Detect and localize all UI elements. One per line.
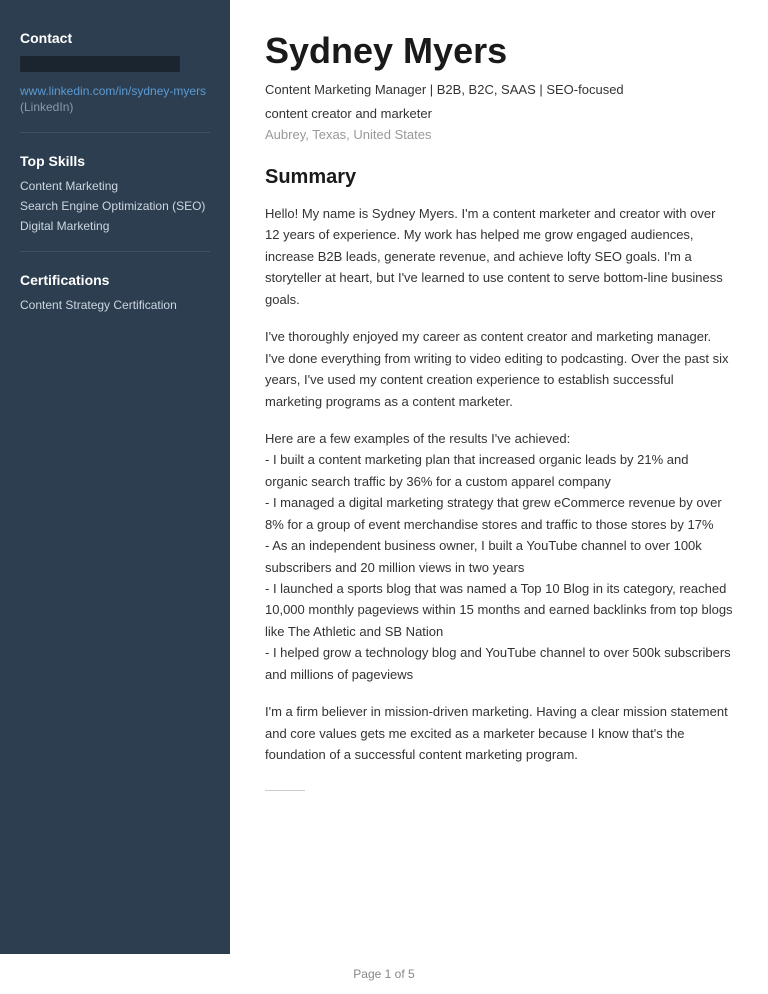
cert-item-1: Content Strategy Certification xyxy=(20,298,210,312)
main-content: Sydney Myers Content Marketing Manager |… xyxy=(230,0,768,954)
summary-paragraph-2: I've thoroughly enjoyed my career as con… xyxy=(265,326,733,412)
skill-item-2: Search Engine Optimization (SEO) xyxy=(20,199,210,213)
summary-section-title: Summary xyxy=(265,166,733,189)
redacted-contact-bar xyxy=(20,56,180,72)
sidebar: Contact www.linkedin.com/in/sydney-myers… xyxy=(0,0,230,954)
page-footer: Page 1 of 5 xyxy=(0,954,768,994)
linkedin-url[interactable]: www.linkedin.com/in/sydney-myers xyxy=(20,84,210,98)
summary-paragraph-3: Here are a few examples of the results I… xyxy=(265,428,733,685)
sidebar-divider-2 xyxy=(20,251,210,252)
profile-headline-line1: Content Marketing Manager | B2B, B2C, SA… xyxy=(265,80,733,100)
summary-divider xyxy=(265,790,305,791)
summary-paragraph-1: Hello! My name is Sydney Myers. I'm a co… xyxy=(265,203,733,310)
skill-item-3: Digital Marketing xyxy=(20,219,210,233)
certifications-section-title: Certifications xyxy=(20,272,210,288)
skill-item-1: Content Marketing xyxy=(20,179,210,193)
summary-paragraph-4: I'm a firm believer in mission-driven ma… xyxy=(265,701,733,765)
profile-headline-line2: content creator and marketer xyxy=(265,104,733,124)
page-indicator: Page 1 of 5 xyxy=(353,967,414,981)
sidebar-divider-1 xyxy=(20,132,210,133)
profile-location: Aubrey, Texas, United States xyxy=(265,127,733,142)
contact-section-title: Contact xyxy=(20,30,210,46)
top-skills-section-title: Top Skills xyxy=(20,153,210,169)
profile-name: Sydney Myers xyxy=(265,30,733,72)
linkedin-label: (LinkedIn) xyxy=(20,100,210,114)
